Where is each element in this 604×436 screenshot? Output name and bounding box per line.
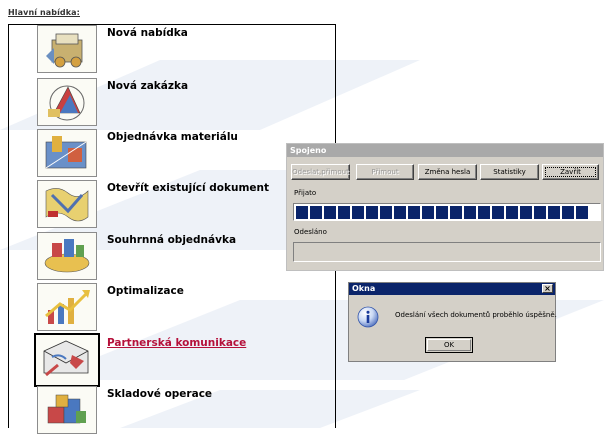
menu-item-new-offer[interactable]: Nová nabídka (37, 25, 337, 75)
menu-item-label: Souhrnná objednávka (107, 234, 237, 246)
progress-segment (450, 206, 462, 219)
progress-segment (576, 206, 588, 219)
progress-segment (464, 206, 476, 219)
message-dialog: Okna × Odeslání všech dokumentů proběhlo… (348, 282, 557, 362)
received-progress-bar (293, 203, 601, 221)
menu-item-label: Otevřít existující dokument (107, 182, 270, 194)
progress-segment (352, 206, 364, 219)
progress-segment (520, 206, 532, 219)
progress-segment (478, 206, 490, 219)
sent-label: Odesláno (294, 228, 327, 236)
received-label: Přijato (294, 189, 317, 197)
progress-segment (296, 206, 308, 219)
progress-segment (408, 206, 420, 219)
progress-segment (492, 206, 504, 219)
sent-progress-bar (293, 242, 601, 262)
summary-order-icon (37, 232, 97, 280)
partner-communication-icon (34, 333, 100, 387)
offer-icon (37, 25, 97, 73)
menu-item-label: Optimalizace (107, 285, 184, 297)
dialog-message: Odeslání všech dokumentů proběhlo úspěšn… (395, 311, 557, 319)
progress-segment (394, 206, 406, 219)
optimization-icon (37, 283, 97, 331)
progress-segment (310, 206, 322, 219)
close-button[interactable]: Zavřít (542, 164, 599, 180)
message-dialog-title: Okna (352, 284, 376, 293)
menu-item-optimization[interactable]: Optimalizace (37, 283, 337, 333)
menu-item-warehouse[interactable]: Skladové operace (37, 386, 337, 436)
progress-segment (380, 206, 392, 219)
progress-segment (534, 206, 546, 219)
ok-button[interactable]: OK (425, 337, 473, 353)
progress-segment (436, 206, 448, 219)
progress-segment (324, 206, 336, 219)
progress-segment (366, 206, 378, 219)
change-password-button[interactable]: Změna hesla (418, 164, 477, 180)
receive-button[interactable]: Přimout (356, 164, 414, 180)
menu-item-label: Nová nabídka (107, 27, 188, 39)
progress-segment (338, 206, 350, 219)
message-dialog-titlebar: Okna × (349, 283, 555, 295)
close-icon[interactable]: × (542, 284, 553, 293)
progress-segment (422, 206, 434, 219)
menu-item-label: Nová zakázka (107, 80, 189, 92)
ok-button-label: OK (427, 339, 471, 351)
connection-window: Spojeno Odeslat,přimout Přimout Změna he… (286, 143, 604, 271)
menu-item-partner-communication[interactable]: Partnerská komunikace (34, 333, 337, 387)
statistics-button[interactable]: Statistiky (480, 164, 539, 180)
progress-segment (506, 206, 518, 219)
warehouse-icon (37, 386, 97, 434)
order-icon (37, 78, 97, 126)
info-icon (357, 306, 379, 328)
menu-item-label: Objednávka materiálu (107, 131, 238, 143)
main-menu-title: Hlavní nabídka: (8, 8, 80, 17)
material-order-icon (37, 129, 97, 177)
open-document-icon (37, 180, 97, 228)
progress-segment (562, 206, 574, 219)
menu-item-new-order[interactable]: Nová zakázka (37, 78, 337, 128)
send-receive-button[interactable]: Odeslat,přimout (291, 164, 350, 180)
menu-item-label: Partnerská komunikace (107, 337, 247, 349)
progress-segment (548, 206, 560, 219)
connection-window-titlebar: Spojeno (287, 144, 603, 157)
menu-item-label: Skladové operace (107, 388, 213, 400)
